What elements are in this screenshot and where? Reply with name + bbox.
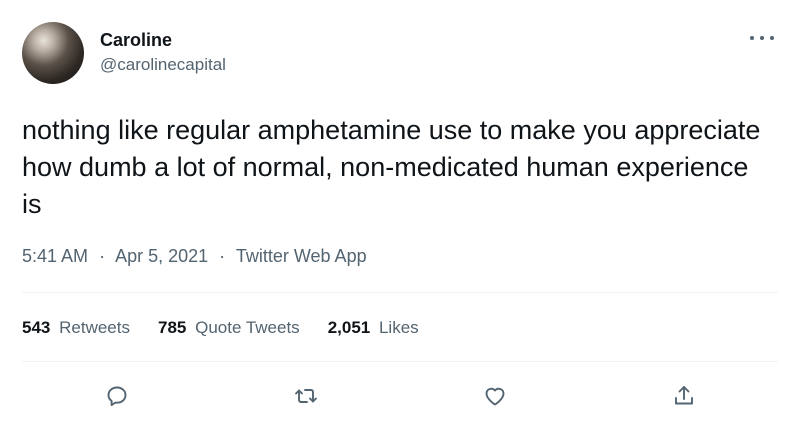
divider [22,292,778,293]
tweet-header: Caroline @carolinecapital [22,22,226,84]
likes-label: Likes [378,318,419,337]
retweet-button[interactable] [288,378,324,414]
more-icon[interactable] [750,30,774,46]
retweets-stat[interactable]: 543 Retweets [22,316,130,340]
quote-tweets-label: Quote Tweets [195,318,300,337]
author-names: Caroline @carolinecapital [100,28,226,77]
tweet-source[interactable]: Twitter Web App [236,246,367,266]
heart-icon [485,387,504,406]
share-icon [674,386,693,405]
action-bar [22,376,778,416]
tweet-date[interactable]: Apr 5, 2021 [115,246,208,266]
retweet-icon [294,389,317,403]
meta-separator: · [219,246,226,266]
tweet-meta: 5:41 AM · Apr 5, 2021 · Twitter Web App [22,244,367,268]
divider [22,361,778,362]
user-handle[interactable]: @carolinecapital [100,53,226,77]
quote-tweets-count: 785 [157,318,187,337]
more-dot [760,36,764,40]
likes-stat[interactable]: 2,051 Likes [328,316,419,340]
retweets-count: 543 [22,318,51,337]
share-button[interactable] [666,378,702,414]
display-name[interactable]: Caroline [100,28,226,52]
like-button[interactable] [477,378,513,414]
avatar[interactable] [22,22,84,84]
quote-tweets-stat[interactable]: 785 Quote Tweets [158,316,300,340]
tweet-stats: 543 Retweets 785 Quote Tweets 2,051 Like… [22,316,447,340]
reply-icon [107,386,126,407]
tweet-text: nothing like regular amphetamine use to … [22,115,761,219]
tweet-time[interactable]: 5:41 AM [22,246,88,266]
tweet-card: Caroline @carolinecapital nothing like r… [0,0,800,429]
retweets-label: Retweets [59,318,130,337]
more-dot [770,36,774,40]
meta-separator: · [99,246,106,266]
more-dot [750,36,754,40]
likes-count: 2,051 [327,318,371,337]
reply-button[interactable] [99,378,135,414]
